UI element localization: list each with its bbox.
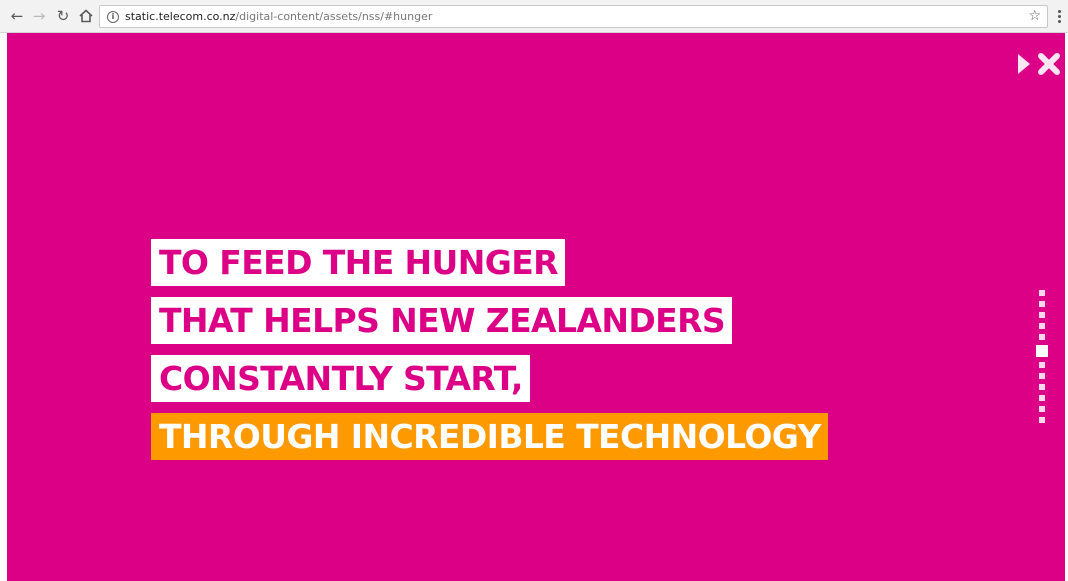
pager-dot[interactable] — [1039, 312, 1045, 318]
pager-dot[interactable] — [1039, 334, 1045, 340]
arrow-left-icon: ← — [10, 7, 24, 25]
kebab-menu-icon[interactable] — [1053, 6, 1065, 26]
pager-dot[interactable] — [1039, 323, 1045, 329]
close-icon[interactable] — [1037, 52, 1061, 76]
pager-dot-active[interactable] — [1036, 345, 1048, 357]
pager-dot[interactable] — [1039, 301, 1045, 307]
pager-dot[interactable] — [1039, 362, 1045, 368]
forward-button[interactable]: → — [29, 6, 49, 26]
slide-controls — [1017, 52, 1061, 76]
back-button[interactable]: ← — [7, 6, 27, 26]
url-path: /digital-content/assets/nss/#hunger — [235, 10, 433, 23]
reload-button[interactable]: ↻ — [53, 6, 73, 26]
page-viewport: TO FEED THE HUNGER THAT HELPS NEW ZEALAN… — [7, 33, 1065, 581]
arrow-right-icon: → — [32, 7, 46, 25]
home-button[interactable] — [76, 6, 96, 26]
pager-dot[interactable] — [1039, 384, 1045, 390]
play-icon[interactable] — [1017, 53, 1031, 75]
bookmark-star-icon[interactable]: ☆ — [1028, 8, 1041, 24]
pager-dot[interactable] — [1039, 373, 1045, 379]
headline-line-3: CONSTANTLY START, — [151, 355, 530, 402]
pager-dot[interactable] — [1039, 290, 1045, 296]
headline: TO FEED THE HUNGER THAT HELPS NEW ZEALAN… — [151, 239, 828, 471]
pager-dot[interactable] — [1039, 395, 1045, 401]
reload-icon: ↻ — [56, 7, 70, 25]
address-bar[interactable]: i static.telecom.co.nz/digital-content/a… — [99, 5, 1048, 28]
pager-dot[interactable] — [1039, 417, 1045, 423]
headline-line-1: TO FEED THE HUNGER — [151, 239, 565, 286]
headline-line-4: THROUGH INCREDIBLE TECHNOLOGY — [151, 413, 828, 460]
url-host: static.telecom.co.nz — [125, 10, 236, 23]
slide-pager — [1036, 290, 1048, 428]
info-icon[interactable]: i — [107, 10, 119, 23]
pager-dot[interactable] — [1039, 406, 1045, 412]
headline-line-2: THAT HELPS NEW ZEALANDERS — [151, 297, 733, 344]
home-icon — [79, 9, 93, 23]
browser-toolbar: ← → ↻ i static.telecom.co.nz/digital-con… — [0, 0, 1068, 33]
url-text[interactable]: static.telecom.co.nz/digital-content/ass… — [125, 10, 432, 23]
